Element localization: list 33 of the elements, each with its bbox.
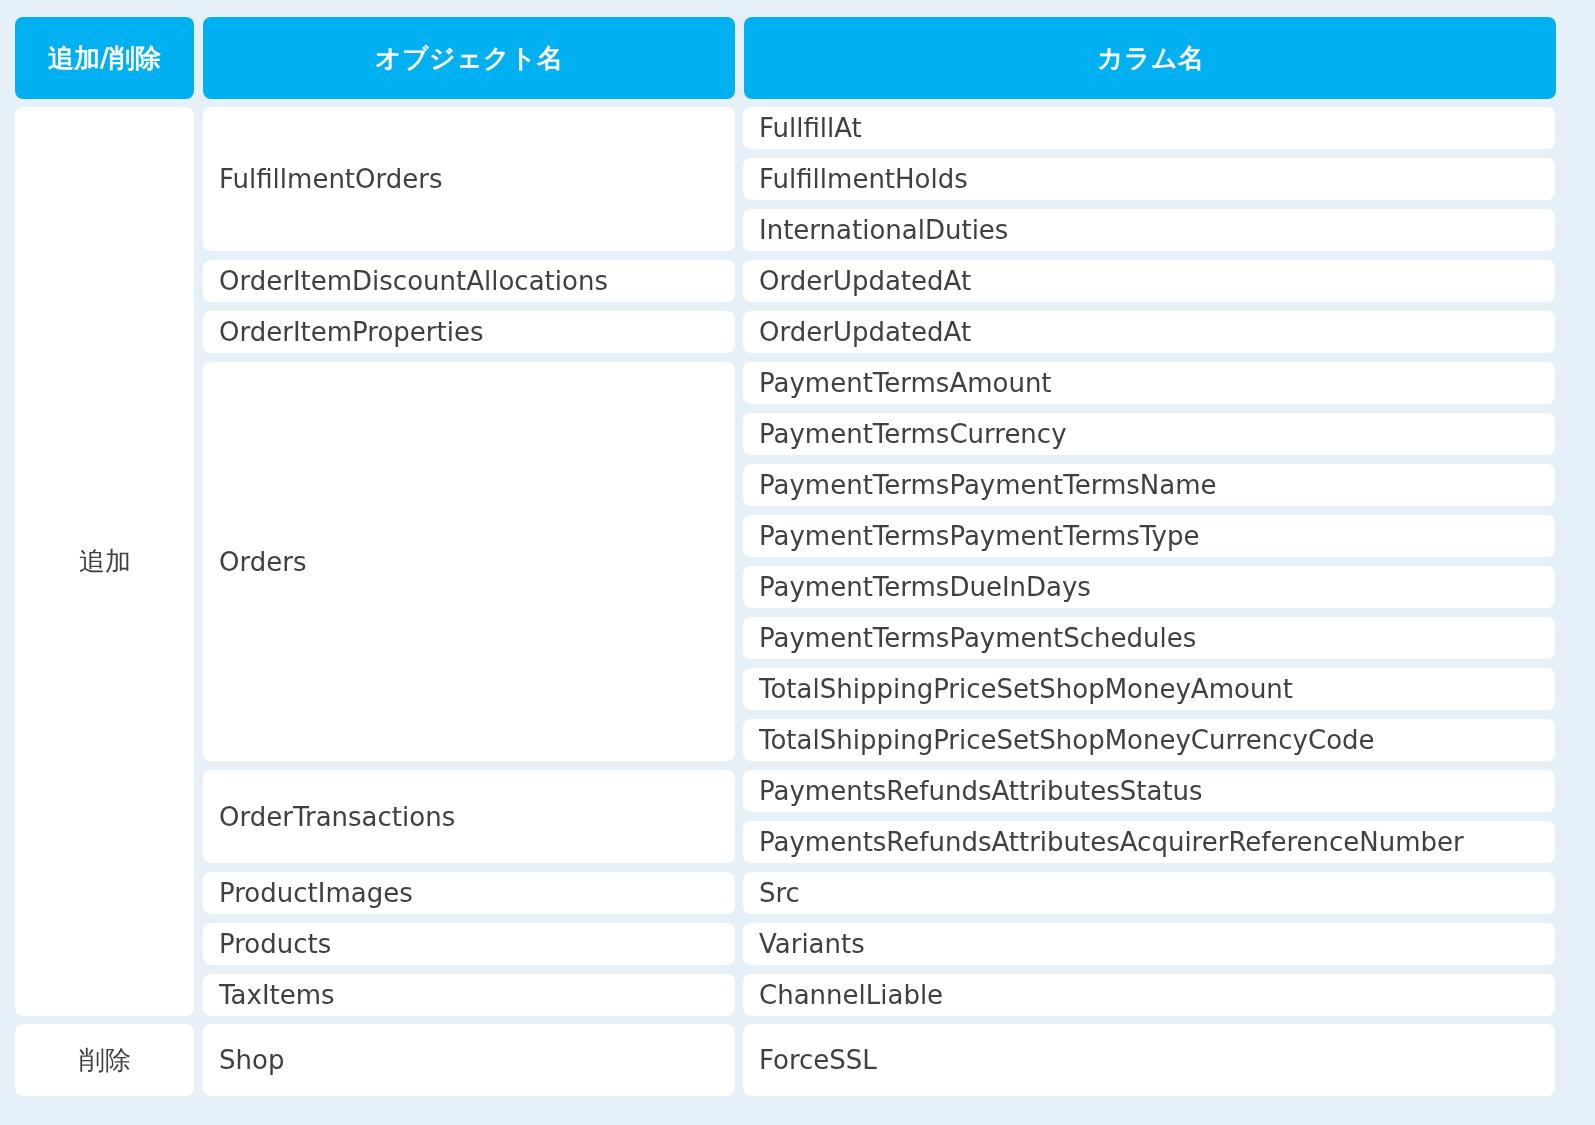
table-cell: PaymentTermsDueInDays xyxy=(743,566,1555,608)
table-cell: PaymentsRefundsAttributesAcquirerReferenceNumber xyxy=(743,821,1555,863)
column-header: 追加/削除 xyxy=(15,17,194,99)
table-cell: PaymentTermsPaymentSchedules xyxy=(743,617,1555,659)
table-cell: Products xyxy=(203,923,735,965)
table-cell: 追加 xyxy=(15,107,194,1016)
table-cell: ChannelLiable xyxy=(743,974,1555,1016)
table-cell: TaxItems xyxy=(203,974,735,1016)
table-cell: PaymentsRefundsAttributesStatus xyxy=(743,770,1555,812)
table-cell: OrderItemDiscountAllocations xyxy=(203,260,735,302)
table-cell: OrderTransactions xyxy=(203,770,735,863)
table-cell: InternationalDuties xyxy=(743,209,1555,251)
table-cell: 削除 xyxy=(15,1024,194,1096)
table-cell: Shop xyxy=(203,1024,735,1096)
table-cell: PaymentTermsPaymentTermsName xyxy=(743,464,1555,506)
column-header: カラム名 xyxy=(744,17,1556,99)
table-cell: Src xyxy=(743,872,1555,914)
table-cell: PaymentTermsAmount xyxy=(743,362,1555,404)
table-cell: Orders xyxy=(203,362,735,761)
table-cell: TotalShippingPriceSetShopMoneyAmount xyxy=(743,668,1555,710)
table-cell: FulfillmentOrders xyxy=(203,107,735,251)
table-cell: OrderItemProperties xyxy=(203,311,735,353)
table-cell: ProductImages xyxy=(203,872,735,914)
table-cell: ForceSSL xyxy=(743,1024,1555,1096)
table-cell: TotalShippingPriceSetShopMoneyCurrencyCode xyxy=(743,719,1555,761)
table-cell: PaymentTermsPaymentTermsType xyxy=(743,515,1555,557)
column-header: オブジェクト名 xyxy=(203,17,735,99)
table-cell: PaymentTermsCurrency xyxy=(743,413,1555,455)
table-cell: FulfillmentHolds xyxy=(743,158,1555,200)
table-cell: OrderUpdatedAt xyxy=(743,260,1555,302)
table-cell: OrderUpdatedAt xyxy=(743,311,1555,353)
table-cell: Variants xyxy=(743,923,1555,965)
table-cell: FullfillAt xyxy=(743,107,1555,149)
